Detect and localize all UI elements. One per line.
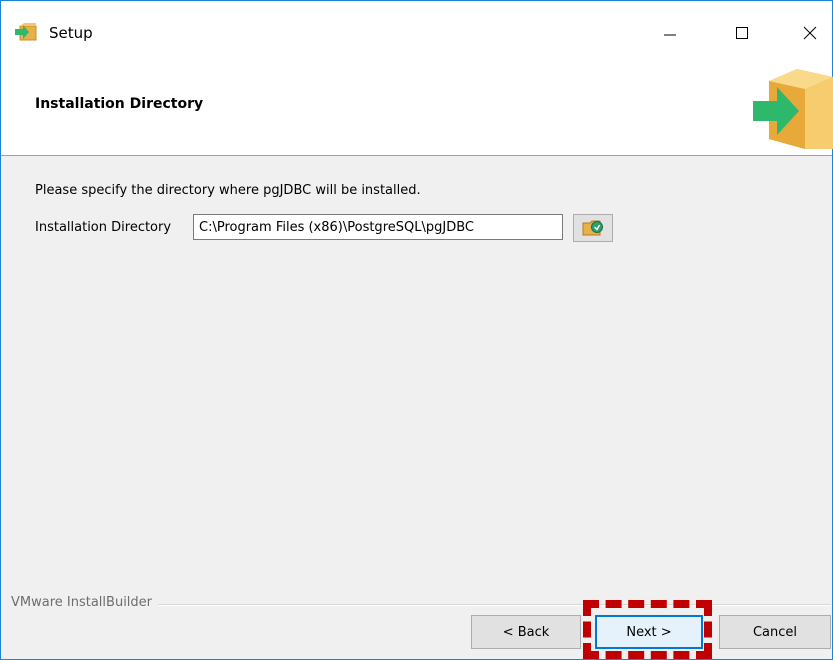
installation-directory-input[interactable] [193, 214, 563, 240]
maximize-button[interactable] [719, 15, 765, 51]
maximize-icon [736, 27, 748, 39]
brand-label: VMware InstallBuilder [11, 595, 159, 610]
minimize-icon [664, 34, 676, 36]
folder-browse-icon [582, 220, 603, 236]
directory-label: Installation Directory [35, 220, 172, 235]
browse-button[interactable] [573, 214, 613, 242]
setup-app-icon [15, 23, 37, 41]
back-button[interactable]: < Back [471, 615, 581, 649]
close-button[interactable] [787, 15, 833, 51]
minimize-button[interactable] [647, 15, 693, 51]
page-title: Installation Directory [35, 96, 204, 112]
next-button[interactable]: Next > [595, 615, 703, 649]
setup-window: Setup Installation Directory Please spec… [0, 0, 833, 660]
close-icon [803, 26, 817, 40]
page-header: Installation Directory [1, 65, 833, 156]
window-title: Setup [49, 24, 93, 42]
title-bar[interactable]: Setup [1, 1, 832, 65]
content-area: Please specify the directory where pgJDB… [1, 156, 832, 596]
cancel-button[interactable]: Cancel [719, 615, 831, 649]
installer-box-arrow-icon [747, 67, 833, 153]
instruction-text: Please specify the directory where pgJDB… [35, 183, 421, 198]
